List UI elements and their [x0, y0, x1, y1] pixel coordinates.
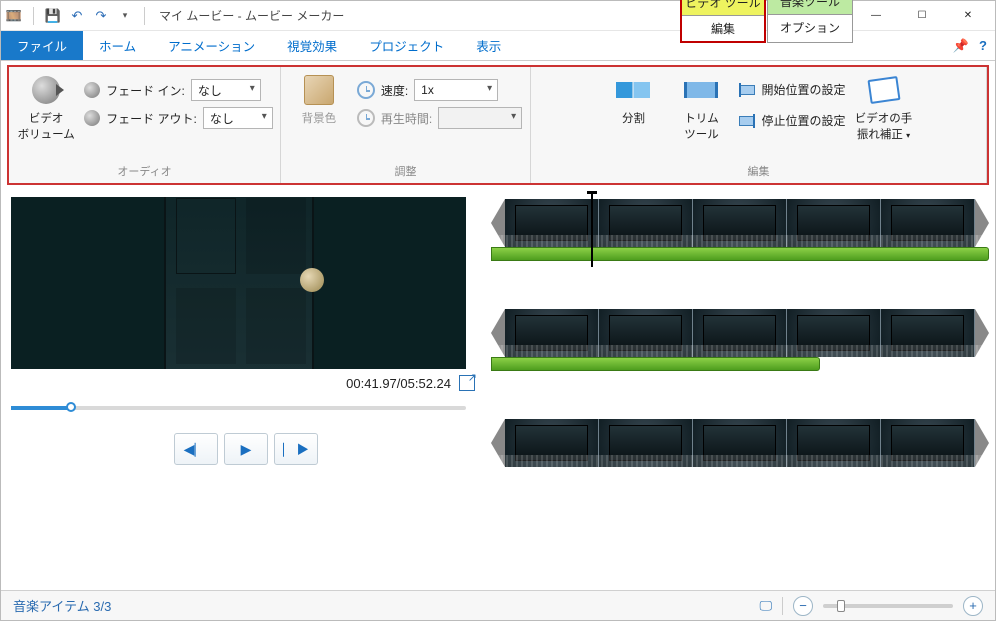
duration-icon [357, 109, 375, 127]
status-text: 音楽アイテム 3/3 [13, 596, 749, 615]
tab-view[interactable]: 表示 [460, 31, 517, 60]
fullscreen-icon[interactable] [459, 375, 475, 391]
waveform-icon [491, 455, 989, 467]
maximize-button[interactable]: ☐ [899, 1, 945, 31]
speed-combo[interactable]: 1x [414, 79, 498, 101]
playhead[interactable] [591, 193, 593, 267]
video-volume-button[interactable]: ビデオ ボリューム [16, 73, 76, 142]
seek-slider[interactable] [11, 399, 466, 417]
tab-file[interactable]: ファイル [1, 31, 83, 60]
ribbon-edit: ビデオ ボリューム フェード イン: なし フェード アウト: なし オーディオ [7, 65, 989, 185]
timeline[interactable] [491, 191, 989, 565]
zoom-in-button[interactable]: + [963, 596, 983, 616]
view-mode-icon[interactable]: 🖵 [759, 598, 772, 614]
stabilize-button[interactable]: ビデオの手 振れ補正 ▾ [854, 73, 914, 142]
trim-icon [684, 82, 718, 98]
ribbon-tabs: ファイル ホーム アニメーション 視覚効果 プロジェクト 表示 📌 ? [1, 31, 995, 61]
set-end-button[interactable]: 停止位置の設定 [739, 112, 845, 129]
group-edit-label: 編集 [531, 161, 986, 183]
waveform-icon [491, 345, 989, 357]
chevron-down-icon: ▾ [906, 131, 910, 140]
speed-label: 速度: [381, 82, 408, 99]
next-frame-button[interactable]: ⎸▶ [274, 433, 318, 465]
zoom-out-button[interactable]: − [793, 596, 813, 616]
split-button[interactable]: 分割 [603, 73, 663, 126]
speaker-small-icon [84, 110, 100, 126]
speed-icon [357, 81, 375, 99]
paint-icon [304, 75, 334, 105]
trim-button[interactable]: トリム ツール [671, 73, 731, 142]
qat-drop-icon[interactable]: ▾ [116, 7, 134, 25]
background-color-button: 背景色 [289, 73, 349, 126]
duration-combo [438, 107, 522, 129]
play-button[interactable]: ▶ [224, 433, 268, 465]
fadein-label: フェード イン: [106, 82, 185, 99]
video-clip[interactable] [491, 199, 989, 247]
save-icon[interactable]: 💾 [44, 7, 62, 25]
video-clip[interactable] [491, 309, 989, 357]
audio-clip[interactable] [491, 247, 989, 261]
undo-icon[interactable]: ↶ [68, 7, 86, 25]
tab-project[interactable]: プロジェクト [353, 31, 460, 60]
speaker-icon [32, 76, 60, 104]
waveform-icon [491, 235, 989, 247]
tab-visual-effects[interactable]: 視覚効果 [271, 31, 353, 60]
end-marker-icon [739, 116, 755, 126]
group-adjust-label: 調整 [281, 161, 530, 183]
tab-home[interactable]: ホーム [83, 31, 152, 60]
split-icon [616, 82, 650, 98]
preview-pane: 00:41.97/05:52.24 ◀⎸ ▶ ⎸▶ [11, 191, 481, 565]
redo-icon[interactable]: ↷ [92, 7, 110, 25]
close-button[interactable]: ✕ [945, 1, 991, 31]
status-bar: 音楽アイテム 3/3 🖵 − + [1, 590, 995, 620]
video-clip[interactable] [491, 419, 989, 467]
window-title: マイ ムービー - ムービー メーカー [159, 7, 680, 24]
audio-clip[interactable] [491, 357, 820, 371]
time-display: 00:41.97/05:52.24 [346, 376, 451, 391]
prev-frame-button[interactable]: ◀⎸ [174, 433, 218, 465]
fadeout-label: フェード アウト: [106, 110, 197, 127]
fadeout-combo[interactable]: なし [203, 107, 273, 129]
duration-label: 再生時間: [381, 110, 432, 127]
tab-animation[interactable]: アニメーション [152, 31, 271, 60]
help-icon[interactable]: ? [979, 38, 987, 53]
preview-video[interactable] [11, 197, 466, 369]
speaker-small-icon [84, 82, 100, 98]
minimize-button[interactable]: — [853, 1, 899, 31]
app-icon: 🎞️ [5, 7, 23, 25]
set-start-button[interactable]: 開始位置の設定 [739, 81, 845, 98]
title-bar: 🎞️ 💾 ↶ ↷ ▾ マイ ムービー - ムービー メーカー ビデオ ツール 編… [1, 1, 995, 31]
zoom-slider[interactable] [823, 604, 953, 608]
signin-pin-icon[interactable]: 📌 [953, 38, 969, 54]
stabilize-icon [867, 76, 900, 104]
start-marker-icon [739, 85, 755, 95]
group-audio-label: オーディオ [9, 161, 280, 183]
fadein-combo[interactable]: なし [191, 79, 261, 101]
